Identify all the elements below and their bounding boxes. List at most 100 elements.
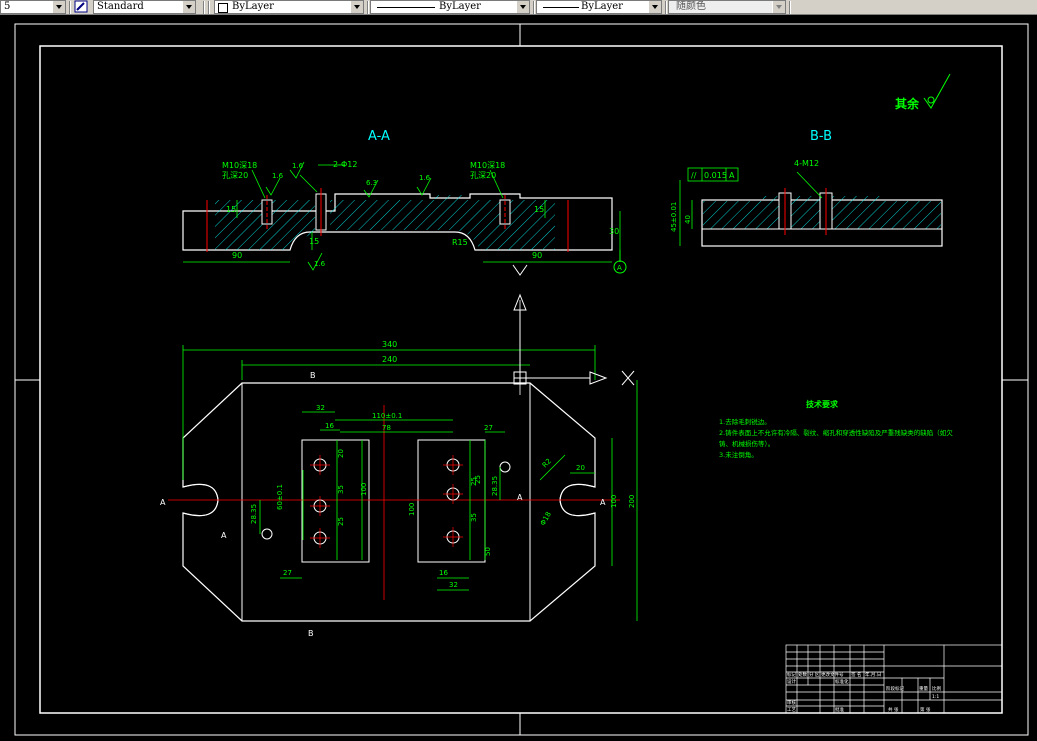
dim-16-top: 16 (325, 422, 334, 430)
dim-32-top: 32 (316, 404, 325, 412)
tb-mark: 标记 (787, 671, 796, 678)
color-swatch-icon (218, 3, 228, 13)
tb-date: 年.月.日 (865, 671, 881, 678)
lineweight-preview-icon (543, 7, 579, 8)
lineweight-dropdown-value: ByLayer (581, 1, 623, 12)
lineweight-dropdown[interactable]: ByLayer (536, 0, 662, 14)
tb-ratio: 比例 (932, 685, 941, 692)
tb-process: 工艺 (787, 707, 796, 713)
tb-total-sheets: 共 张 (888, 706, 899, 713)
tech-title: 技术要求 (806, 399, 839, 409)
linetype-dropdown[interactable]: ByLayer (370, 0, 530, 14)
callout-2-holes: 2-Φ12 (333, 160, 357, 169)
toolbar-separator (533, 1, 535, 14)
dim-100-right: 100 (610, 495, 618, 508)
chevron-down-icon[interactable] (350, 1, 363, 13)
linetype-dropdown-value: ByLayer (439, 1, 481, 12)
centering-marks (15, 24, 1028, 735)
callout-4-m12: 4-M12 (794, 159, 819, 168)
section-mark-a-bottom: A (221, 531, 227, 540)
linetype-preview-icon (377, 7, 435, 8)
tb-sheet-no: 第 张 (920, 706, 931, 713)
section-mark-b-bottom: B (308, 629, 314, 638)
dim-60: 60±0.1 (276, 484, 284, 510)
dim-28-35-right: 28.35 (491, 476, 499, 496)
plotstyle-dropdown[interactable]: 随颜色 (668, 0, 786, 14)
dim-15-right: 15 (534, 205, 544, 214)
callout-hole-right: 孔深20 (470, 171, 496, 180)
layer-dropdown[interactable]: 5 (0, 0, 66, 14)
dim-50: 50 (484, 547, 492, 556)
tb-approve: 批准 (835, 706, 844, 713)
dim-35-left: 35 (337, 485, 345, 494)
roughness-3: 1.6 (419, 174, 431, 182)
text-style-dropdown[interactable]: Standard (93, 0, 196, 14)
drawing-canvas[interactable]: 其余 A-A 90 90 30 15 15 R15 15 M10深18 孔深20… (0, 15, 1037, 741)
tb-count: 处数 (798, 671, 807, 678)
roughness-4: 1.6 (314, 260, 326, 268)
dim-25-right-b: 25 (474, 475, 482, 484)
dim-90-left: 90 (232, 251, 242, 260)
section-a-view: 90 90 30 15 15 R15 15 M10深18 孔深20 M10深18… (182, 160, 627, 276)
tech-line-2: 2.铸件表面上不允许有冷隔、裂纹、缩孔和穿透性缺陷及严重残缺类的缺陷（如欠 (719, 428, 953, 437)
text-style-value: Standard (97, 1, 144, 12)
dim-15-mid: 15 (309, 237, 319, 246)
dim-340: 340 (382, 340, 397, 349)
roughness-5: 1.6 (292, 162, 304, 170)
toolbar-separator (203, 1, 205, 14)
properties-toolbar: 5 Standard ByLayer ByLayer ByLayer 随颜色 (0, 0, 1037, 15)
roughness-2: 6.3 (366, 179, 377, 187)
roughness-1: 1.6 (272, 172, 284, 180)
section-mark-a-right: A (517, 493, 523, 502)
tolerance-value: 0.015 (704, 171, 727, 180)
roughness-other-symbol: 其余 (895, 73, 951, 111)
tb-standard: 标准化 (835, 678, 849, 685)
color-dropdown[interactable]: ByLayer (214, 0, 364, 14)
tech-line-4: 3.未注倒角。 (719, 450, 758, 459)
dim-28-35-left: 28.35 (250, 504, 258, 524)
tb-zone: 分 区 (809, 671, 820, 678)
dim-78: 78 (382, 424, 391, 432)
section-mark-a-far: A (600, 498, 606, 507)
dim-phi18: Φ18 (539, 511, 553, 527)
ucs-icon (513, 293, 635, 386)
section-b-title: B-B (810, 129, 832, 144)
toolbar-separator (789, 1, 791, 14)
section-mark-b-top: B (310, 371, 316, 380)
chevron-down-icon[interactable] (52, 1, 65, 13)
dim-r2: R2 (541, 457, 553, 469)
toolbar-separator (367, 1, 369, 14)
layer-dropdown-value: 5 (4, 1, 11, 12)
outer-frame (14, 23, 1029, 736)
callout-hole-left: 孔深20 (222, 171, 248, 180)
tb-sign: 签 名 (851, 671, 861, 678)
callout-m10-right: M10深18 (470, 161, 505, 170)
dim-35-right: 35 (470, 513, 478, 522)
color-dropdown-value: ByLayer (232, 1, 274, 12)
dim-32-bottom: 32 (449, 581, 458, 589)
dim-90-right: 90 (532, 251, 542, 260)
chevron-down-icon[interactable] (648, 1, 661, 13)
dim-110: 110±0.1 (372, 412, 402, 420)
tb-review: 审核 (787, 699, 796, 706)
chevron-down-icon[interactable] (772, 1, 785, 13)
tech-line-3: 铸、机械损伤等）。 (719, 439, 774, 448)
dim-30: 30 (609, 227, 619, 236)
dim-40: 40 (684, 215, 692, 224)
dim-45: 45±0.01 (670, 202, 678, 232)
dim-15-left: 15 (226, 205, 236, 214)
dim-27-top: 27 (484, 424, 493, 432)
text-style-icon[interactable] (74, 0, 88, 13)
tb-stage: 阶段标记 (886, 685, 904, 692)
section-b-view: // 0.015 A 4-M12 45±0.01 40 (670, 159, 943, 247)
tb-design: 设计 (787, 678, 796, 685)
chevron-down-icon[interactable] (516, 1, 529, 13)
callout-m10-left: M10深18 (222, 161, 257, 170)
dim-200: 200 (628, 495, 636, 508)
plotstyle-dropdown-value: 随颜色 (676, 1, 706, 12)
chevron-down-icon[interactable] (182, 1, 195, 13)
toolbar-separator (69, 1, 71, 14)
section-a-title: A-A (368, 129, 390, 144)
tech-line-1: 1.去除毛刺锐边。 (719, 417, 771, 426)
dim-100-left: 100 (360, 483, 368, 496)
